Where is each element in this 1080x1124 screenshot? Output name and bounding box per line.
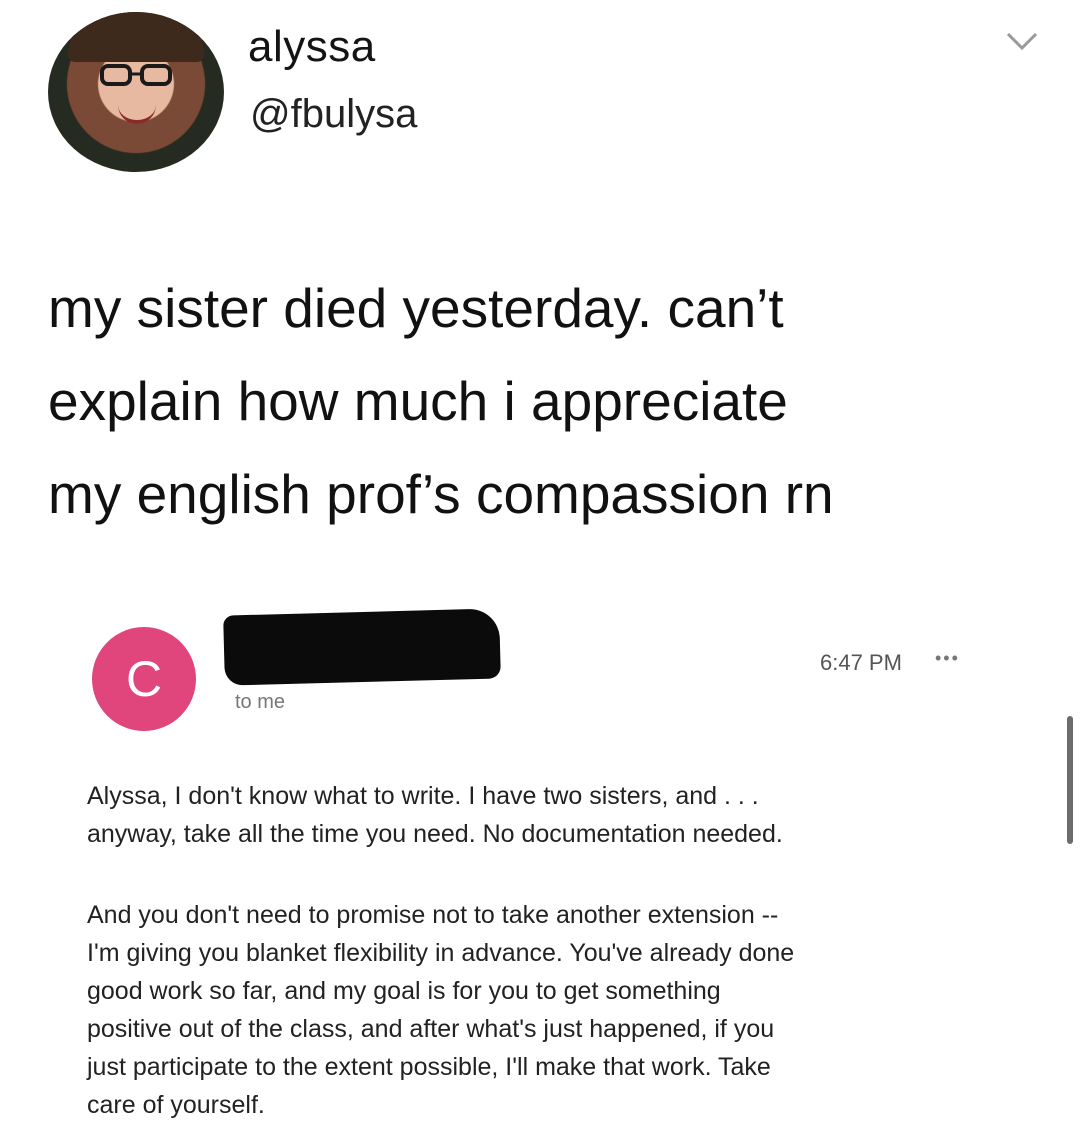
- avatar-hair: [68, 12, 204, 62]
- email-paragraph-2: And you don't need to promise not to tak…: [87, 896, 987, 1124]
- scrollbar[interactable]: [1067, 716, 1073, 844]
- email-line: Alyssa, I don't know what to write. I ha…: [87, 782, 759, 810]
- display-name[interactable]: alyssa: [248, 22, 376, 72]
- profile-avatar[interactable]: [48, 12, 224, 172]
- email-paragraph-1: Alyssa, I don't know what to write. I ha…: [87, 777, 987, 853]
- user-handle[interactable]: @fbulysa: [250, 92, 417, 137]
- email-line: good work so far, and my goal is for you…: [87, 977, 721, 1005]
- tweet-line: explain how much i appreciate: [48, 370, 788, 432]
- sender-avatar[interactable]: C: [92, 627, 196, 731]
- tweet-text: my sister died yesterday. can’t explain …: [48, 262, 1058, 541]
- tweet-line: my sister died yesterday. can’t: [48, 277, 784, 339]
- redacted-sender-name: [223, 608, 501, 686]
- email-line: anyway, take all the time you need. No d…: [87, 820, 783, 848]
- recipient-label[interactable]: to me: [235, 691, 285, 714]
- email-line: care of yourself.: [87, 1091, 265, 1119]
- avatar-smile: [118, 104, 156, 124]
- tweet-line: my english prof’s compassion rn: [48, 463, 834, 525]
- email-line: And you don't need to promise not to tak…: [87, 901, 779, 929]
- email-line: just participate to the extent possible,…: [87, 1053, 771, 1081]
- more-dots-icon[interactable]: •••: [935, 648, 960, 669]
- email-line: positive out of the class, and after wha…: [87, 1015, 775, 1043]
- email-time: 6:47 PM: [820, 650, 902, 675]
- chevron-down-icon[interactable]: [1002, 26, 1042, 56]
- email-line: I'm giving you blanket flexibility in ad…: [87, 939, 795, 967]
- avatar-glasses: [100, 64, 172, 86]
